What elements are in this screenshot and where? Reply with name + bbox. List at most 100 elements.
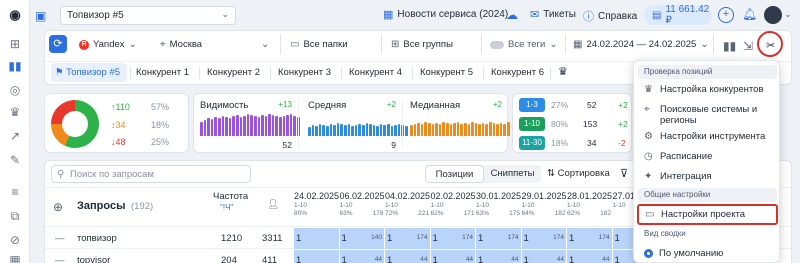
menu-item-default-view[interactable]: По умолчанию <box>644 248 723 259</box>
radio-selected[interactable] <box>644 249 653 258</box>
wrench-icon[interactable]: ✎ <box>7 152 23 168</box>
tab-competitor-3[interactable]: Конкурент 3 <box>278 67 331 78</box>
filter-icon[interactable]: ⊽ <box>620 167 628 180</box>
trophy-icon[interactable]: ♛ <box>7 104 23 120</box>
help-link[interactable]: ⓘ Справка <box>583 8 637 24</box>
groups-select[interactable]: ⊞ Все группы <box>391 39 453 50</box>
row-collapse-icon[interactable]: — <box>55 255 65 263</box>
legend-value: ↕34 <box>111 120 126 130</box>
trend-icon[interactable]: ↗ <box>7 128 23 144</box>
sparkbar <box>435 123 438 136</box>
chevron-down-icon: ⌄ <box>700 39 709 50</box>
tags-toggle[interactable]: Все теги ⌄ <box>490 39 558 50</box>
freq-header[interactable]: Частота <box>213 191 248 202</box>
count-label: 175 <box>509 210 520 217</box>
date-column-header[interactable]: 30.01.2025 1-10 63% 175 <box>476 191 521 217</box>
balance-pill[interactable]: ▤ 11 661.42 ₽ <box>644 4 712 26</box>
date-range-select[interactable]: ▦ 24.02.2024 — 24.02.2025 ⌄ <box>573 39 709 50</box>
date-column-header[interactable]: 29.01.2025 1-10 64% 182 <box>522 191 567 217</box>
region-select[interactable]: ⌖ Москва <box>160 39 202 50</box>
date-column-header[interactable]: 28.01.2025 1-10 62% 182 <box>567 191 612 217</box>
avatar[interactable] <box>764 6 782 24</box>
position-cell[interactable]: 1 174 <box>476 228 521 249</box>
bell-icon[interactable]: 🔔︎ <box>742 7 757 21</box>
news-link[interactable]: ▦ Новости сервиса (2024) <box>383 8 508 21</box>
rank-pill[interactable]: 11-30 <box>519 136 545 150</box>
position-cell[interactable]: 1 <box>294 228 339 249</box>
layers-icon[interactable]: ⧉ <box>7 208 23 224</box>
add-funds-button[interactable]: + <box>718 7 734 23</box>
cloud-upload-icon[interactable]: ☁ <box>506 8 518 22</box>
position-cell[interactable]: 1 174 <box>385 228 430 249</box>
dashboard-icon[interactable]: ⊞ <box>7 36 23 52</box>
menu-item-tool-settings[interactable]: ⚙ Настройки инструмента <box>644 131 765 142</box>
folder-icon: ▣ <box>35 9 47 23</box>
compass-icon[interactable]: ⊘ <box>7 232 23 248</box>
menu-item-project-settings[interactable]: ▭ Настройки проекта <box>637 204 778 225</box>
position-cell[interactable]: 1 174 <box>567 228 612 249</box>
project-selector[interactable]: Топвизор #5 ⌄ <box>60 6 236 25</box>
median-metric[interactable]: Медианная +2 <box>404 94 510 154</box>
folders-select[interactable]: ▭ Все папки <box>290 39 348 50</box>
position-cell[interactable]: 1 174 <box>521 228 566 249</box>
tab-competitor-6[interactable]: Конкурент 6 <box>491 67 544 78</box>
crosshair-icon[interactable]: ⊕ <box>53 200 63 214</box>
tab-project[interactable]: ⚑ Топвизор #5 <box>55 67 120 78</box>
date-column-header[interactable]: 02.02.2025 1-10 62% 171 <box>431 191 476 217</box>
freq-subheader[interactable]: "!Ч" <box>220 203 233 212</box>
menu-item-schedule[interactable]: ◷ Расписание <box>644 151 712 162</box>
rank-pill[interactable]: 1-10 <box>519 117 545 131</box>
search-engine-select[interactable]: Я Yandex ⌄ <box>79 39 137 50</box>
trophy-icon[interactable]: ♛ <box>558 65 568 78</box>
position-cell[interactable]: 1 44 <box>521 250 566 263</box>
position-cell[interactable]: 1 44 <box>476 250 521 263</box>
chart-icon[interactable]: ▮▮ <box>723 39 736 53</box>
grid-icon[interactable]: ▦ <box>7 252 23 263</box>
tab-competitor-4[interactable]: Конкурент 4 <box>349 67 402 78</box>
position-cell[interactable]: 1 44 <box>385 250 430 263</box>
search-input[interactable]: ⚲ Поиск по запросам <box>51 165 251 183</box>
queries-header[interactable]: Запросы <box>77 200 125 212</box>
range-label: 1-10 <box>385 202 399 209</box>
menu-item-engines[interactable]: ⌖ Поисковые системы и регионы <box>644 104 774 126</box>
date-stats: 1-10 <box>567 202 611 209</box>
date-column-header[interactable]: 04.02.2025 1-10 72% 221 <box>385 191 430 217</box>
position-cell[interactable]: 1 44 <box>567 250 612 263</box>
positions-icon[interactable]: ▮▮ <box>7 58 23 74</box>
sparkbar <box>379 124 383 136</box>
position-value: 1 <box>341 255 347 263</box>
date-column-header[interactable]: 24.02.2025 1-10 80% <box>294 191 339 217</box>
position-cell[interactable]: 1 44 <box>430 250 475 263</box>
tickets-link[interactable]: ✉ Тикеты <box>530 8 576 21</box>
topvisor-logo[interactable]: ◉ <box>7 7 23 23</box>
menu-item-integration[interactable]: ✦ Интеграция <box>644 171 712 182</box>
tab-competitor-2[interactable]: Конкурент 2 <box>207 67 260 78</box>
tab-snippets[interactable]: Сниппеты <box>484 165 541 183</box>
toggle-switch[interactable] <box>490 40 504 49</box>
refresh-button[interactable]: ⟳ <box>49 35 67 53</box>
tab-competitor-1[interactable]: Конкурент 1 <box>136 67 189 78</box>
rank-pill[interactable]: 1-3 <box>519 98 545 112</box>
date-column-header[interactable]: 06.02.2025 1-10 63% 178 <box>340 191 385 217</box>
sparkbar <box>445 123 449 136</box>
target-icon[interactable]: ◎ <box>7 82 23 98</box>
menu-item-competitors[interactable]: ♛ Настройка конкурентов <box>644 84 764 95</box>
position-cell[interactable]: 1 140 <box>339 228 384 249</box>
position-cell[interactable]: 1 44 <box>339 250 384 263</box>
chevron-down-icon[interactable]: ⌄ <box>784 9 792 20</box>
tab-competitor-5[interactable]: Конкурент 5 <box>420 67 473 78</box>
sort-button[interactable]: ⇅ Сортировка <box>547 168 610 179</box>
row-collapse-icon[interactable]: — <box>55 233 65 244</box>
sparkbar <box>203 120 207 136</box>
query-cell[interactable]: topvisor <box>77 255 110 263</box>
export-icon[interactable]: ⇲ <box>743 39 753 53</box>
position-cell[interactable]: 1 <box>294 250 339 263</box>
date-stats: 1-10 <box>431 202 475 209</box>
list-icon[interactable]: ≡ <box>7 184 23 200</box>
visibility-metric[interactable]: Видимость +13 52 <box>194 94 300 154</box>
tab-positions[interactable]: Позиции <box>425 165 484 183</box>
query-cell[interactable]: топвизор <box>77 233 117 244</box>
average-metric[interactable]: Средняя +2 9 <box>302 94 408 154</box>
position-cell[interactable]: 1 174 <box>430 228 475 249</box>
chevron-down-icon[interactable]: ⌄ <box>261 39 269 50</box>
